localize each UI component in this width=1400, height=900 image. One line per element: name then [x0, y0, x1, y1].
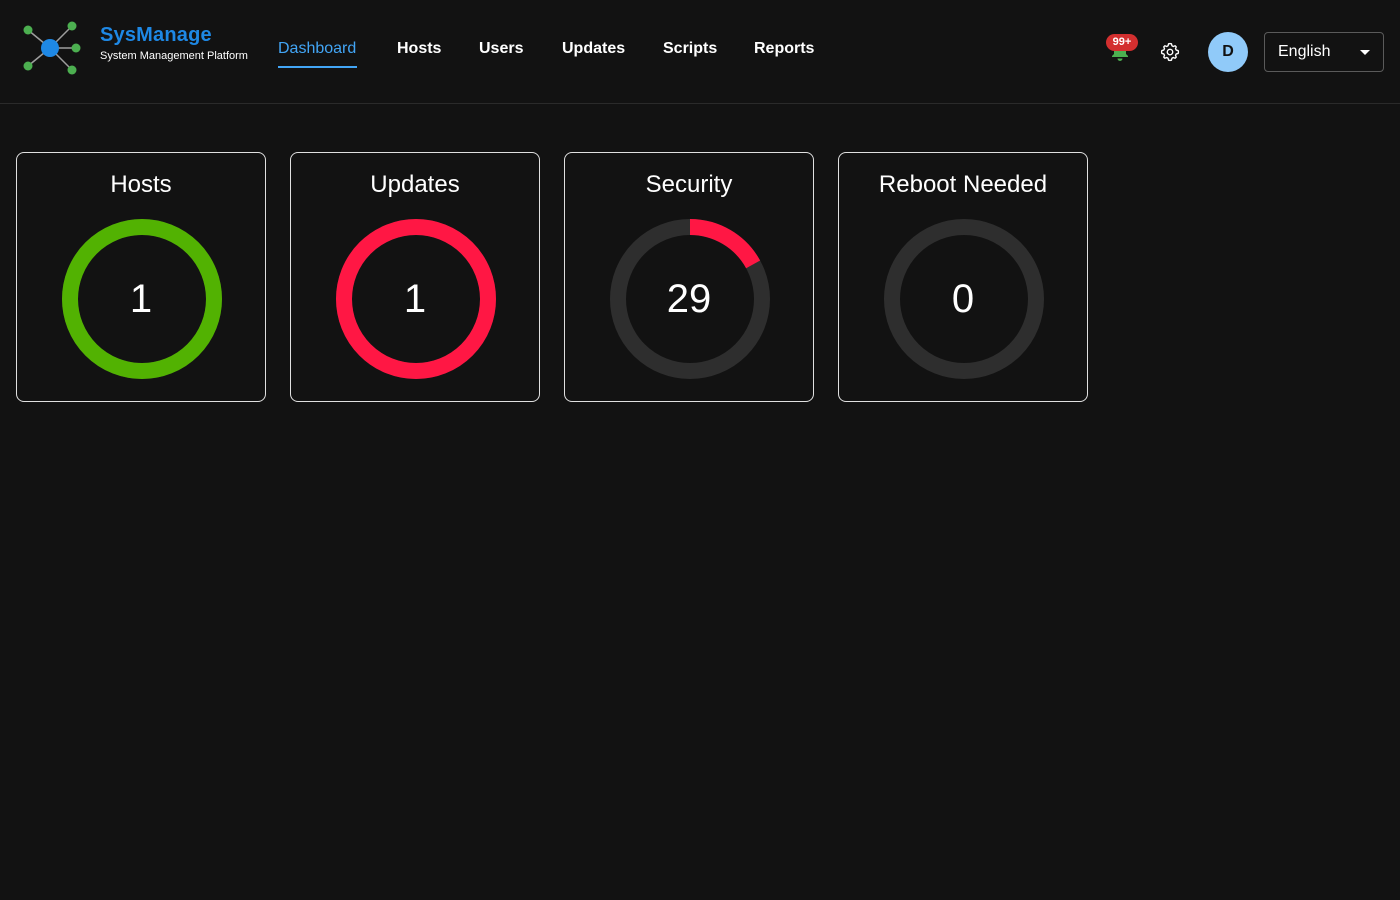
gear-icon[interactable]	[1159, 41, 1181, 63]
card-title: Reboot Needed	[878, 171, 1048, 198]
hosts-card[interactable]: Hosts 1	[16, 152, 266, 402]
card-value: 0	[951, 277, 975, 321]
card-value: 29	[666, 277, 712, 321]
card-value: 1	[129, 277, 153, 321]
nav-scripts[interactable]: Scripts	[663, 40, 717, 64]
nav-active-indicator	[278, 66, 357, 68]
nav-hosts[interactable]: Hosts	[397, 40, 441, 64]
reboot-needed-card[interactable]: Reboot Needed 0	[838, 152, 1088, 402]
nav-updates[interactable]: Updates	[562, 40, 625, 64]
card-title: Hosts	[110, 171, 172, 198]
app-name: SysManage	[100, 24, 212, 46]
app-subtitle: System Management Platform	[100, 50, 248, 62]
app-logo-icon	[23, 21, 81, 75]
security-card[interactable]: Security 29	[564, 152, 814, 402]
app-header: SysManage System Management Platform Das…	[0, 0, 1400, 104]
notification-badge: 99+	[1106, 34, 1138, 51]
user-avatar[interactable]: D	[1208, 32, 1248, 72]
nav-reports[interactable]: Reports	[754, 40, 814, 64]
card-title: Security	[645, 171, 733, 198]
language-selected-value: English	[1278, 43, 1331, 60]
card-title: Updates	[370, 171, 460, 198]
nav-dashboard[interactable]: Dashboard	[278, 40, 356, 64]
nav-users[interactable]: Users	[479, 40, 523, 64]
card-value: 1	[403, 277, 427, 321]
language-select[interactable]: English	[1264, 32, 1384, 72]
caret-down-icon	[1360, 50, 1370, 55]
updates-card[interactable]: Updates 1	[290, 152, 540, 402]
